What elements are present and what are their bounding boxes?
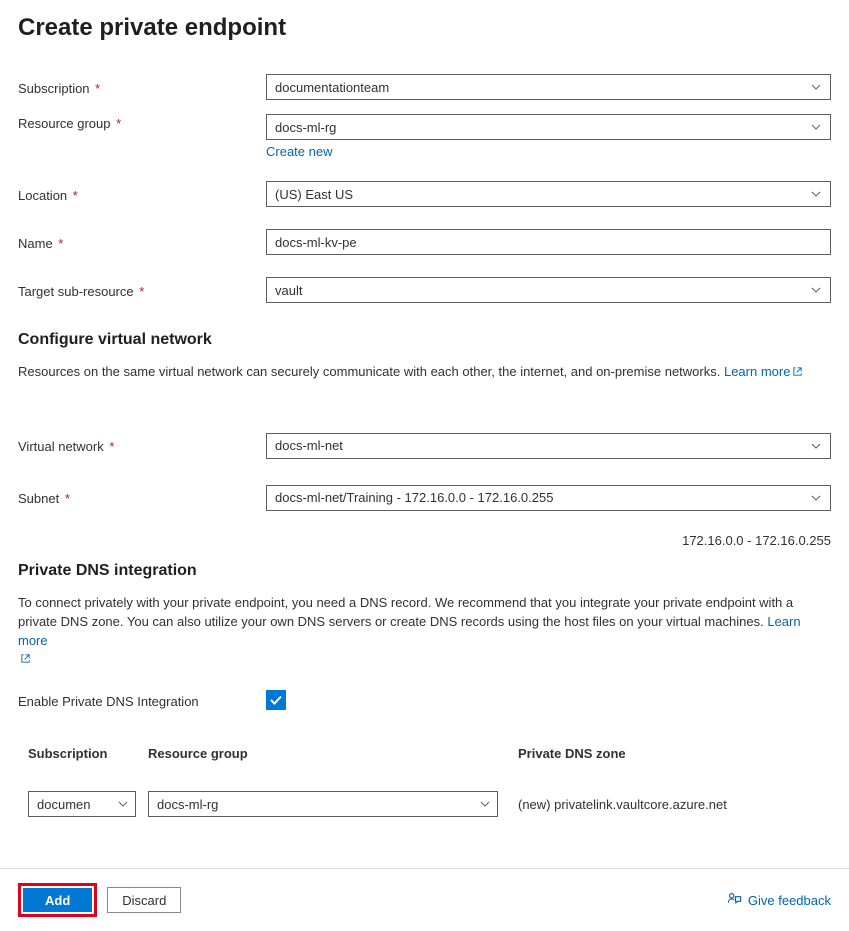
give-feedback-label: Give feedback <box>748 893 831 908</box>
subnet-range-text: 172.16.0.0 - 172.16.0.255 <box>18 533 831 548</box>
dns-resource-group-value: docs-ml-rg <box>157 797 218 812</box>
subscription-label: Subscription * <box>18 79 266 96</box>
chevron-down-icon <box>810 188 822 200</box>
subscription-value: documentationteam <box>275 80 389 95</box>
external-link-icon <box>20 651 31 670</box>
resource-group-label: Resource group * <box>18 114 266 131</box>
give-feedback-link[interactable]: Give feedback <box>727 891 831 909</box>
vnet-heading: Configure virtual network <box>18 331 831 349</box>
location-select[interactable]: (US) East US <box>266 181 831 207</box>
target-sub-resource-label: Target sub-resource * <box>18 282 266 299</box>
chevron-down-icon <box>810 440 822 452</box>
page-title: Create private endpoint <box>18 14 286 42</box>
dns-resource-group-select[interactable]: docs-ml-rg <box>148 791 498 817</box>
discard-button[interactable]: Discard <box>107 887 181 913</box>
virtual-network-select[interactable]: docs-ml-net <box>266 433 831 459</box>
dns-col-subscription: Subscription <box>28 746 148 761</box>
name-value: docs-ml-kv-pe <box>275 235 357 250</box>
feedback-icon <box>727 891 742 909</box>
vnet-description: Resources on the same virtual network ca… <box>18 363 831 383</box>
chevron-down-icon <box>810 284 822 296</box>
add-button-highlight: Add <box>18 883 97 917</box>
dns-subscription-select[interactable]: documen <box>28 791 136 817</box>
resource-group-value: docs-ml-rg <box>275 120 336 135</box>
subnet-value: docs-ml-net/Training - 172.16.0.0 - 172.… <box>275 490 553 505</box>
add-button[interactable]: Add <box>23 888 92 912</box>
external-link-icon <box>792 364 803 383</box>
enable-dns-label: Enable Private DNS Integration <box>18 692 266 709</box>
enable-dns-checkbox[interactable] <box>266 690 286 710</box>
target-sub-resource-select[interactable]: vault <box>266 277 831 303</box>
dns-description: To connect privately with your private e… <box>18 594 831 670</box>
location-value: (US) East US <box>275 187 353 202</box>
close-icon[interactable] <box>823 14 831 38</box>
name-label: Name * <box>18 234 266 251</box>
subscription-select[interactable]: documentationteam <box>266 74 831 100</box>
subnet-select[interactable]: docs-ml-net/Training - 172.16.0.0 - 172.… <box>266 485 831 511</box>
chevron-down-icon <box>810 492 822 504</box>
virtual-network-label: Virtual network * <box>18 437 266 454</box>
chevron-down-icon <box>479 798 491 810</box>
dns-subscription-value: documen <box>37 797 90 812</box>
dns-zone-value: (new) privatelink.vaultcore.azure.net <box>518 797 831 812</box>
vnet-learn-more-link[interactable]: Learn more <box>724 364 803 379</box>
target-sub-resource-value: vault <box>275 283 302 298</box>
resource-group-select[interactable]: docs-ml-rg <box>266 114 831 140</box>
create-new-link[interactable]: Create new <box>266 144 332 159</box>
dns-col-resource-group: Resource group <box>148 746 518 761</box>
chevron-down-icon <box>117 798 129 810</box>
chevron-down-icon <box>810 121 822 133</box>
subnet-label: Subnet * <box>18 489 266 506</box>
name-input[interactable]: docs-ml-kv-pe <box>266 229 831 255</box>
location-label: Location * <box>18 186 266 203</box>
virtual-network-value: docs-ml-net <box>275 438 343 453</box>
chevron-down-icon <box>810 81 822 93</box>
dns-col-zone: Private DNS zone <box>518 746 831 761</box>
dns-heading: Private DNS integration <box>18 562 831 580</box>
